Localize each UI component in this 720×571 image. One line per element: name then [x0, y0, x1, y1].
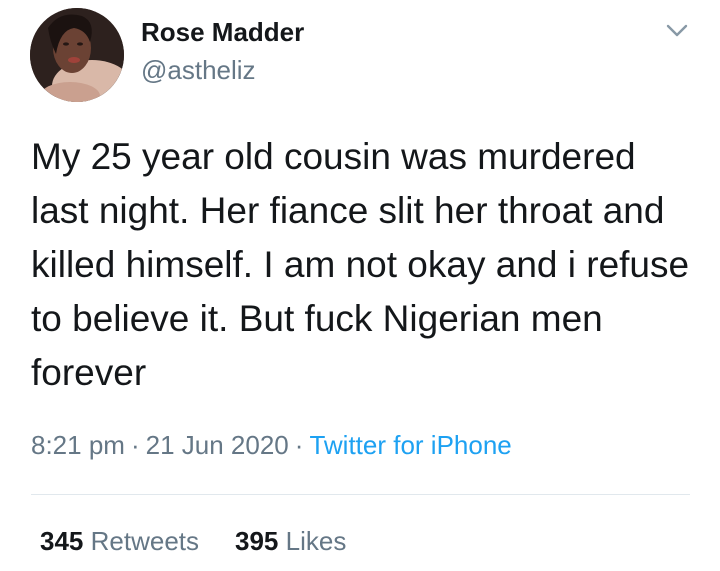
- tweet-source-link[interactable]: Twitter for iPhone: [309, 430, 511, 460]
- tweet-time[interactable]: 8:21 pm: [31, 430, 125, 460]
- user-handle[interactable]: @astheliz: [141, 55, 256, 86]
- likes-stat[interactable]: 395 Likes: [235, 526, 346, 557]
- avatar[interactable]: [30, 8, 124, 102]
- tweet-card: Rose Madder @astheliz My 25 year old cou…: [0, 0, 720, 571]
- tweet-stats: 345 Retweets 395 Likes: [40, 526, 346, 557]
- tweet-text: My 25 year old cousin was murdered last …: [31, 136, 690, 393]
- divider: [31, 494, 690, 495]
- meta-separator: ·: [294, 430, 304, 460]
- meta-separator: ·: [130, 430, 140, 460]
- avatar-photo: [30, 8, 124, 102]
- user-name[interactable]: Rose Madder: [141, 17, 304, 48]
- likes-count: 395: [235, 526, 279, 556]
- retweets-count: 345: [40, 526, 84, 556]
- chevron-down-icon[interactable]: [664, 20, 690, 40]
- tweet-meta: 8:21 pm · 21 Jun 2020 · Twitter for iPhone: [31, 430, 512, 461]
- tweet-date[interactable]: 21 Jun 2020: [146, 430, 289, 460]
- retweets-label: Retweets: [90, 526, 200, 556]
- likes-label: Likes: [285, 526, 347, 556]
- retweets-stat[interactable]: 345 Retweets: [40, 526, 199, 557]
